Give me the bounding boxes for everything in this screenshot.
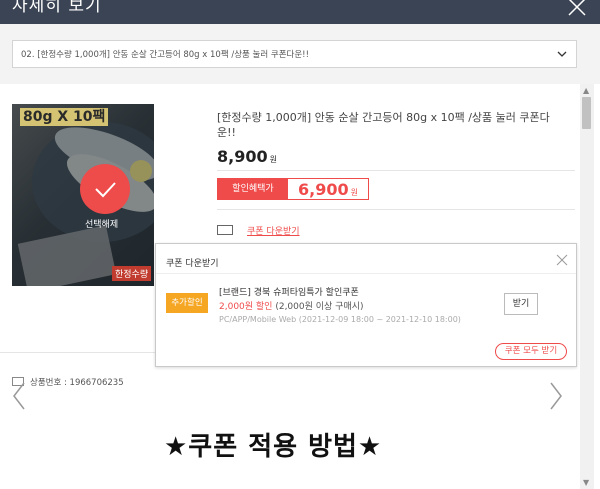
sale-label: 할인혜택가: [218, 179, 288, 199]
divider: [217, 170, 575, 171]
divider: [0, 352, 155, 353]
coupon-amount: 2,000원 할인 (2,000원 이상 구매시): [219, 299, 364, 312]
product-number: 상품번호 : 1966706235: [12, 376, 124, 388]
close-icon[interactable]: [566, 0, 588, 18]
scroll-up-arrow-icon[interactable]: ▲: [583, 86, 589, 95]
divider: [217, 209, 575, 210]
price-unit: 원: [269, 155, 277, 164]
coupon-condition: (2,000원 이상 구매시): [272, 302, 364, 312]
coupon-ticket-icon: [217, 225, 233, 235]
coupon-date: PC/APP/Mobile Web (2021-12-09 18:00 ~ 20…: [219, 315, 461, 324]
sale-price-unit: 원: [350, 188, 358, 197]
product-price: 8,900 원: [217, 147, 277, 166]
coupon-howto-heading: ★쿠폰 적용 방법★: [164, 432, 383, 462]
product-image[interactable]: 80g X 10팩 선택해제 한정수량: [12, 104, 154, 286]
get-coupon-button[interactable]: 받기: [504, 293, 538, 315]
window-title: 자세히 보기: [12, 0, 102, 16]
scrollbar[interactable]: [580, 84, 594, 489]
check-circle-icon[interactable]: [80, 164, 130, 214]
next-arrow-icon[interactable]: [549, 381, 563, 411]
product-name: [한정수량 1,000개] 안동 순살 간고등어 80g x 10팩 /상품 눌…: [217, 111, 550, 139]
image-brand-badge: 한정수량: [112, 266, 152, 281]
scroll-down-arrow-icon[interactable]: ▼: [583, 478, 589, 487]
coupon-download-link[interactable]: 쿠폰 다운받기: [247, 227, 300, 237]
window-titlebar: 자세히 보기: [0, 0, 600, 24]
divider: [156, 273, 576, 274]
price-value: 8,900: [217, 147, 268, 166]
product-number-text: 상품번호 : 1966706235: [30, 378, 124, 388]
option-select[interactable]: 02. [한정수량 1,000개] 안동 순살 간고등어 80g x 10팩 /…: [12, 40, 577, 68]
coupon-download-row: 쿠폰 다운받기: [217, 224, 300, 237]
sale-price-tag: 할인혜택가 6,900 원: [217, 178, 369, 200]
sale-price: 6,900 원: [298, 180, 358, 199]
deselect-label: 선택해제: [85, 220, 119, 230]
close-icon[interactable]: [556, 254, 568, 266]
chevron-down-icon: [557, 51, 567, 57]
coupon-popup-title: 쿠폰 다운받기: [166, 259, 219, 269]
get-all-coupons-button[interactable]: 쿠폰 모두 받기: [495, 343, 567, 360]
coupon-name: [브랜드] 경북 슈퍼타임특가 할인쿠폰: [219, 288, 359, 298]
coupon-popup: 쿠폰 다운받기 추가할인 [브랜드] 경북 슈퍼타임특가 할인쿠폰 2,000원…: [155, 243, 577, 367]
extra-discount-badge: 추가할인: [166, 293, 208, 313]
prev-arrow-icon[interactable]: [12, 381, 26, 411]
image-weight-label: 80g X 10팩: [20, 108, 109, 126]
sale-price-value: 6,900: [298, 180, 349, 199]
option-select-value: 02. [한정수량 1,000개] 안동 순살 간고등어 80g x 10팩 /…: [21, 50, 309, 60]
scrollbar-thumb[interactable]: [582, 97, 591, 129]
coupon-discount: 2,000원 할인: [219, 302, 273, 312]
